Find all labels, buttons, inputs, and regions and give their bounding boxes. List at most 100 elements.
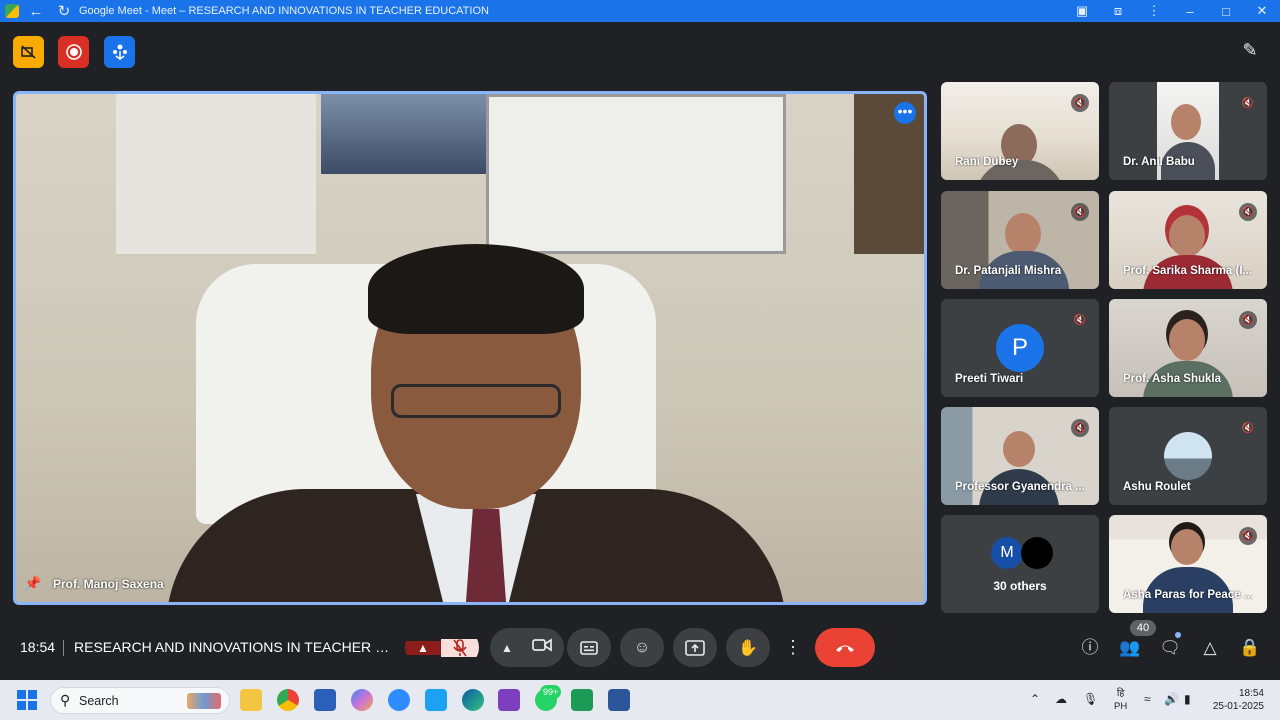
participant-tile[interactable]: 🔇 Prof. Sarika Sharma (I...: [1109, 191, 1267, 289]
browser-menu-icon[interactable]: ⋮: [1136, 3, 1172, 19]
chrome-icon[interactable]: [277, 689, 299, 711]
twitter-icon[interactable]: [425, 689, 447, 711]
taskbar-clock[interactable]: 18:54 25-01-2025: [1213, 687, 1264, 713]
mic-off-button[interactable]: [441, 638, 479, 657]
participant-avatar: M: [991, 537, 1023, 569]
others-count-label: 30 others: [993, 579, 1047, 593]
chat-icon[interactable]: 🗨: [1158, 636, 1182, 660]
wall-photo: [321, 94, 491, 174]
mic-off-icon: 🔇: [1239, 419, 1257, 437]
emoji-icon: ☺: [633, 638, 651, 656]
participant-tile[interactable]: 🔇 Dr. Anil Babu: [1109, 82, 1267, 180]
participant-tile[interactable]: 🔇 Asha Paras for Peace ...: [1109, 515, 1267, 613]
participant-name: Prof. Sarika Sharma (I...: [1123, 265, 1253, 277]
speaker-name: Prof. Manoj Saxena: [53, 577, 164, 591]
search-highlight-icon: [187, 693, 221, 709]
participant-face: [1171, 529, 1203, 565]
language-code: PH: [1114, 701, 1128, 712]
participant-tile[interactable]: 🔇 Professor Gyanendra ...: [941, 407, 1099, 505]
whiteboard: [486, 94, 786, 254]
edge-icon[interactable]: [462, 689, 484, 711]
meet-app-icon: [5, 4, 19, 18]
host-controls-button[interactable]: [104, 36, 135, 68]
participant-name: Prof. Asha Shukla: [1123, 373, 1221, 385]
wifi-icon[interactable]: ≈: [1144, 692, 1151, 706]
tray-overflow-icon[interactable]: ⌃: [1030, 692, 1040, 706]
microphone-control[interactable]: ▲: [405, 628, 479, 667]
close-icon[interactable]: ✕: [1244, 3, 1280, 19]
windows-start-icon[interactable]: [17, 690, 37, 710]
taskbar-search-box[interactable]: ⚲ Search: [50, 687, 230, 714]
mic-off-icon: 🔇: [1071, 94, 1089, 112]
participant-name: Rani Dubey: [955, 156, 1019, 168]
zoom-icon[interactable]: [388, 689, 410, 711]
meeting-details-icon[interactable]: ⓘ: [1078, 636, 1102, 660]
camera-control[interactable]: ▲: [490, 628, 564, 667]
present-icon: [685, 639, 705, 656]
participant-name: Ashu Roulet: [1123, 481, 1191, 493]
meet-icon[interactable]: [571, 689, 593, 711]
host-controls-lock-icon[interactable]: 🔒: [1238, 636, 1262, 660]
mic-off-icon: 🔇: [1071, 311, 1089, 329]
wall-papers: [116, 94, 316, 254]
volume-icon[interactable]: 🔊: [1164, 692, 1179, 706]
participant-name: Preeti Tiwari: [955, 373, 1024, 385]
reactions-button[interactable]: ☺: [620, 628, 664, 667]
participant-face: [1169, 215, 1205, 257]
copilot-icon[interactable]: [351, 689, 373, 711]
window-title: Google Meet - Meet – RESEARCH AND INNOVA…: [79, 5, 489, 17]
raise-hand-button[interactable]: ✋: [726, 628, 770, 667]
whatsapp-badge: 99+: [540, 685, 562, 699]
battery-icon[interactable]: ▮: [1184, 692, 1191, 706]
language-indicator[interactable]: हि PH: [1114, 687, 1127, 713]
camera-icon: [532, 638, 552, 652]
camera-button[interactable]: [522, 638, 562, 657]
present-screen-button[interactable]: [673, 628, 717, 667]
people-shield-icon: [112, 44, 127, 60]
mic-tray-icon[interactable]: 🎙: [1083, 692, 1098, 706]
no-video-indicator-button[interactable]: [13, 36, 44, 68]
recording-button[interactable]: [58, 36, 89, 68]
clock-time: 18:54: [1238, 688, 1264, 699]
mic-off-icon: 🔇: [1239, 203, 1257, 221]
chat-notification-dot: [1175, 632, 1181, 638]
word-icon[interactable]: [608, 689, 630, 711]
store-icon[interactable]: [314, 689, 336, 711]
tile-more-options-button[interactable]: •••: [894, 102, 916, 124]
participant-tile[interactable]: 🔇 Prof. Asha Shukla: [1109, 299, 1267, 397]
people-icon[interactable]: 👥: [1118, 636, 1142, 660]
mic-off-icon: 🔇: [1239, 94, 1257, 112]
maximize-icon[interactable]: □: [1208, 4, 1244, 19]
mic-off-icon: [453, 638, 467, 656]
participant-avatar: [1164, 432, 1212, 480]
participant-tile[interactable]: 🔇 Dr. Patanjali Mishra: [941, 191, 1099, 289]
search-icon: ⚲: [60, 692, 71, 708]
video-settings-chevron-icon[interactable]: ▲: [492, 641, 522, 655]
pin-icon[interactable]: 📌: [24, 575, 41, 592]
file-explorer-icon[interactable]: [240, 689, 262, 711]
mic-off-icon: 🔇: [1071, 203, 1089, 221]
main-speaker-tile[interactable]: ••• 📌 Prof. Manoj Saxena: [13, 91, 927, 605]
more-options-button[interactable]: ⋮: [780, 628, 806, 667]
reload-icon[interactable]: ↻: [53, 2, 75, 20]
hand-icon: ✋: [738, 639, 758, 657]
participant-avatar: P: [996, 324, 1044, 372]
minimize-icon[interactable]: –: [1172, 4, 1208, 19]
leave-call-button[interactable]: [815, 628, 875, 667]
activities-icon[interactable]: △: [1198, 636, 1222, 660]
camera-indicator-icon[interactable]: ▣: [1064, 3, 1100, 19]
others-tile[interactable]: M 30 others: [941, 515, 1099, 613]
participant-face: [1171, 104, 1201, 140]
extension-icon[interactable]: ⧈: [1100, 3, 1136, 19]
annotate-pen-icon[interactable]: ✎: [1238, 40, 1262, 64]
participant-tile[interactable]: 🔇 Ashu Roulet: [1109, 407, 1267, 505]
participant-tile[interactable]: 🔇 Rani Dubey: [941, 82, 1099, 180]
back-icon[interactable]: ←: [25, 3, 47, 20]
participant-face: [1169, 319, 1205, 361]
clipchamp-icon[interactable]: [498, 689, 520, 711]
participant-avatar: [1021, 537, 1053, 569]
onedrive-icon[interactable]: ☁: [1055, 692, 1067, 706]
audio-settings-chevron-icon[interactable]: ▲: [405, 640, 441, 655]
participant-tile[interactable]: P 🔇 Preeti Tiwari: [941, 299, 1099, 397]
captions-button[interactable]: [567, 628, 611, 667]
